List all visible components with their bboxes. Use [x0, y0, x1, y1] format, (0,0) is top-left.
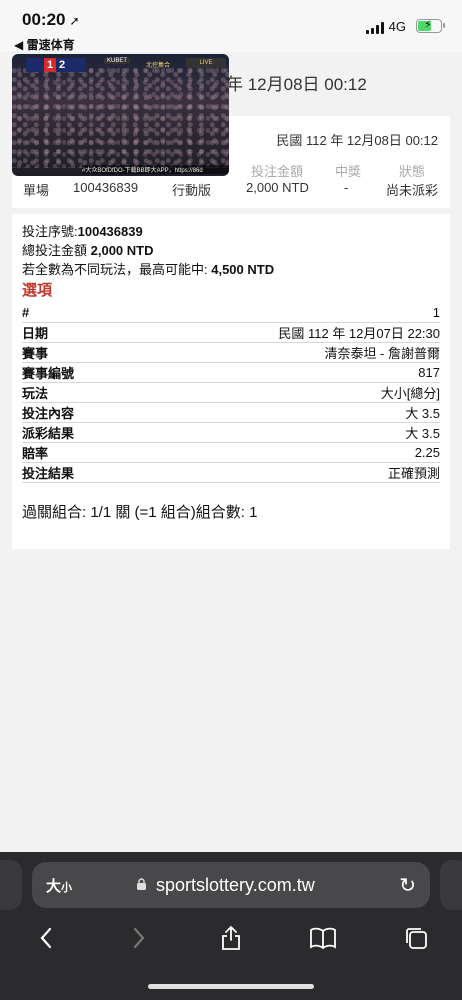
row-value: 817 [418, 365, 440, 380]
serial-label: 投注序號: [22, 224, 78, 239]
tabs-button[interactable] [396, 918, 436, 958]
table-row: 玩法 大小[總分] [22, 383, 440, 403]
bet-amount: 2,000 NTD [246, 180, 309, 195]
pip-video-player[interactable]: 1 2 KUBET 北控集合 LIVE #大众BOfDfDO-下载BB即大APP… [12, 54, 229, 176]
bookmarks-button[interactable] [303, 918, 343, 958]
total-value: 2,000 NTD [90, 243, 154, 258]
table-row: 賠率 2.25 [22, 443, 440, 463]
home-team-badge [26, 58, 44, 72]
back-button[interactable] [26, 918, 66, 958]
header-date: 年 12月08日 00:12 [226, 75, 367, 94]
row-key: # [22, 305, 30, 320]
broadcast-tag-2: 北控集合 [146, 63, 171, 69]
status-text: 尚未派彩 [386, 183, 439, 198]
table-row: 投注內容 大 3.5 [22, 403, 440, 423]
table-row: 賽事編號 817 [22, 363, 440, 383]
network-type: 4G [388, 19, 406, 34]
home-indicator[interactable] [148, 984, 314, 989]
row-key: 賠率 [22, 446, 49, 461]
share-button[interactable] [211, 918, 251, 958]
row-value: 大 3.5 [405, 406, 440, 421]
max-win-label: 若全數為不同玩法，最高可能中: [22, 262, 212, 277]
options-table: #1 日期 民國 112 年 12月07日 22:30 賽事 清奈泰坦 - 詹謝普爾… [22, 303, 440, 483]
row-value: 清奈泰坦 - 詹謝普爾 [324, 346, 440, 361]
book-icon [310, 927, 337, 949]
total-label: 總投注金額 [22, 243, 91, 258]
home-score: 1 [44, 58, 56, 72]
broadcast-tag: KUBET [104, 58, 131, 64]
max-win-value: 4,500 NTD [211, 262, 275, 277]
summary-date: 民國 112 年 12月08日 00:12 [276, 133, 438, 148]
broadcaster-logo: LIVE [186, 58, 226, 68]
battery-icon: ⚡ [416, 19, 445, 33]
clock: 00:20 [22, 10, 66, 29]
next-tab-peek[interactable] [440, 860, 462, 910]
table-row: 賽事 清奈泰坦 - 詹謝普爾 [22, 343, 440, 363]
serial-line: 投注序號:100436839 [22, 222, 440, 241]
text-size-small: 小 [61, 882, 73, 894]
video-frame [12, 68, 229, 168]
status-bar: 00:20 ➚ ◀ 雷速体育 4G ⚡ [0, 0, 462, 52]
row-key: 賽事 [22, 346, 49, 361]
table-row: 投注結果 正確預測 [22, 463, 440, 483]
col-head-prize: 中獎 [335, 164, 362, 179]
away-team-badge [68, 58, 86, 72]
prize: - [344, 180, 349, 195]
serial-value: 100436839 [77, 224, 143, 239]
row-key: 派彩結果 [22, 426, 75, 441]
back-to-app-link[interactable]: ◀ 雷速体育 [14, 36, 75, 53]
away-score: 2 [56, 58, 68, 72]
row-key: 玩法 [22, 386, 49, 401]
table-row: #1 [22, 303, 440, 323]
location-icon: ➚ [69, 14, 80, 28]
video-ticker: #大众BOfDfDO-下载BB即大APP，https://86d [82, 165, 229, 174]
text-size-button[interactable]: 大小 [46, 875, 72, 896]
text-size-large: 大 [46, 878, 62, 895]
row-value: 正確預測 [387, 466, 440, 481]
channel: 行動版 [172, 183, 212, 198]
tabs-icon [405, 928, 427, 949]
chevron-right-icon [133, 927, 145, 949]
col-head-status: 狀態 [399, 164, 426, 179]
row-value: 大 3.5 [405, 426, 440, 441]
parlay-combination: 過關組合: 1/1 關 (=1 組合)組合數: 1 [22, 504, 258, 521]
bet-serial: 100436839 [73, 180, 139, 195]
total-line: 總投注金額 2,000 NTD [22, 241, 440, 260]
row-key: 投注結果 [22, 466, 75, 481]
reload-icon[interactable]: ↻ [399, 873, 416, 898]
address-bar[interactable]: 大小 sportslottery.com.tw ↻ [32, 862, 430, 908]
bet-type: 單場 [23, 183, 50, 198]
row-key: 日期 [22, 326, 49, 341]
browser-toolbar [0, 918, 462, 958]
row-key: 投注內容 [22, 406, 75, 421]
lock-icon [137, 878, 146, 890]
options-title: 選項 [22, 282, 53, 299]
chevron-left-icon [40, 927, 52, 949]
max-win-line: 若全數為不同玩法，最高可能中: 4,500 NTD [22, 260, 440, 279]
row-key: 賽事編號 [22, 366, 75, 381]
row-value: 2.25 [414, 445, 440, 460]
previous-tab-peek[interactable] [0, 860, 22, 910]
url-text: sportslottery.com.tw [156, 875, 315, 895]
row-value: 民國 112 年 12月07日 22:30 [278, 326, 440, 341]
share-icon [222, 925, 240, 950]
signal-icon [366, 22, 384, 34]
row-value: 大小[總分] [380, 386, 440, 401]
scoreboard: 1 2 [26, 58, 86, 72]
status-time: 00:20 ➚ [22, 10, 80, 30]
table-row: 日期 民國 112 年 12月07日 22:30 [22, 323, 440, 343]
col-head-amount: 投注金額 [251, 164, 304, 179]
bet-detail-card: 投注序號:100436839 總投注金額 2,000 NTD 若全數為不同玩法，… [12, 214, 450, 549]
table-row: 派彩結果 大 3.5 [22, 423, 440, 443]
forward-button[interactable] [119, 918, 159, 958]
row-value: 1 [432, 305, 440, 320]
